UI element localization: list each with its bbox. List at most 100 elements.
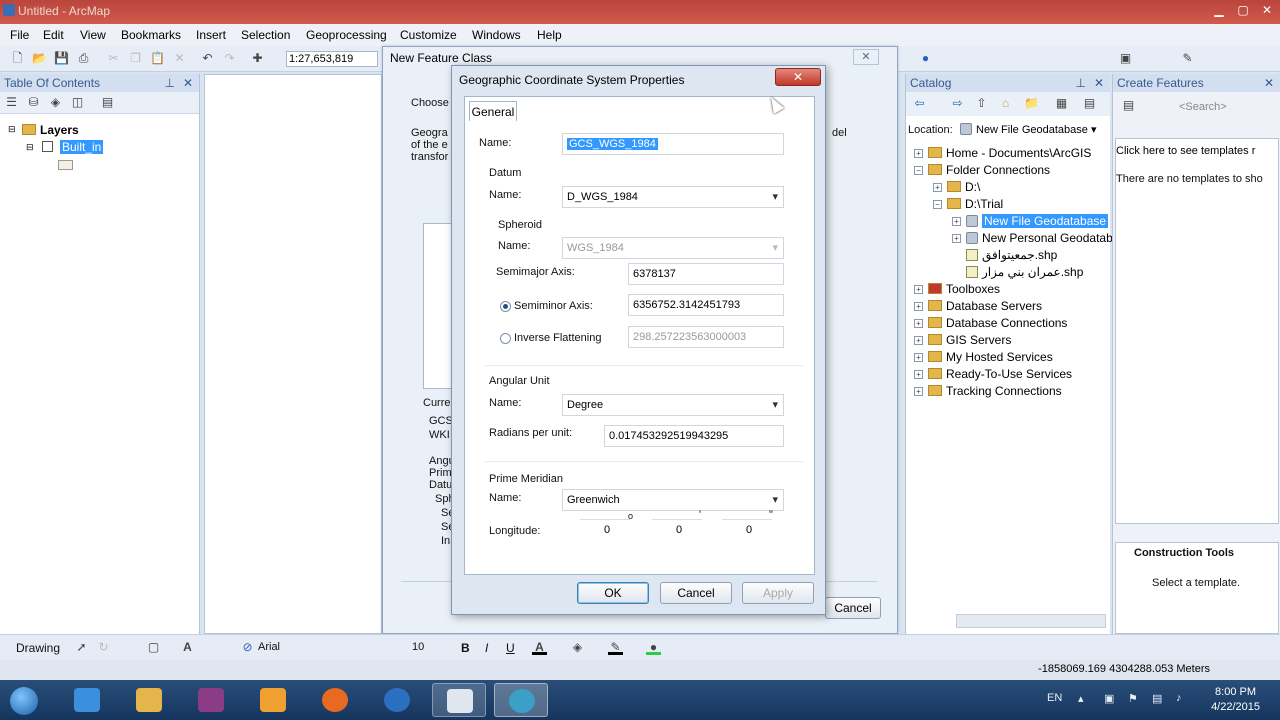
expand-icon[interactable]: + — [914, 336, 923, 345]
layers-group[interactable]: Layers — [22, 123, 79, 137]
collapse-icon[interactable]: − — [914, 166, 923, 175]
menu-customize[interactable]: Customize — [400, 28, 457, 42]
add-data-icon[interactable]: ✚ — [250, 51, 265, 66]
gcs-name-input[interactable]: GCS_WGS_1984 — [562, 133, 784, 155]
catalog-close-icon[interactable]: ✕ — [1094, 74, 1104, 92]
expand-icon[interactable]: + — [914, 370, 923, 379]
inverse-flattening-radio[interactable] — [500, 333, 511, 344]
network-icon[interactable]: ▤ — [1152, 692, 1162, 705]
menu-file[interactable]: File — [10, 28, 29, 42]
organize-templates-icon[interactable]: ▤ — [1121, 98, 1136, 113]
expand-icon[interactable]: + — [952, 217, 961, 226]
catalog-pin-icon[interactable]: ⊥ — [1076, 74, 1086, 92]
paste-icon[interactable]: 📋 — [150, 51, 165, 66]
new-document-icon[interactable]: 🗋 — [10, 51, 25, 66]
connect-folder-icon[interactable]: 📁 — [1024, 96, 1039, 111]
catalog-item-ready-to-use-services[interactable]: Ready-To-Use Services — [928, 367, 1072, 381]
save-icon[interactable]: 💾 — [54, 51, 69, 66]
expand-icon[interactable]: + — [914, 353, 923, 362]
expand-icon[interactable]: + — [933, 183, 942, 192]
taskbar-file-explorer[interactable] — [122, 683, 176, 717]
expand-icon[interactable]: + — [952, 234, 961, 243]
nfc-cancel-button[interactable]: Cancel — [825, 597, 881, 619]
nfc-close-icon[interactable]: ✕ — [853, 49, 879, 65]
ok-button[interactable]: OK — [577, 582, 649, 604]
list-by-selection-icon[interactable]: ◫ — [70, 95, 85, 110]
longitude-minutes-input[interactable]: 0 — [652, 519, 702, 541]
taskbar-winrar[interactable] — [184, 683, 238, 717]
catalog-item-folder-connections[interactable]: Folder Connections — [928, 163, 1050, 177]
menu-view[interactable]: View — [80, 28, 106, 42]
expand-icon[interactable]: + — [914, 387, 923, 396]
apply-button[interactable]: Apply — [742, 582, 814, 604]
angular-unit-select[interactable]: Degree — [562, 394, 784, 416]
list-by-source-icon[interactable]: ⛁ — [26, 95, 41, 110]
close-icon[interactable]: ✕ — [1256, 2, 1278, 18]
redo-icon[interactable]: ↷ — [222, 51, 237, 66]
volume-icon[interactable]: ♪ — [1176, 692, 1182, 704]
spheroid-select[interactable]: WGS_1984 — [562, 237, 784, 259]
catalog-item-d-trial[interactable]: D:\Trial — [947, 197, 1003, 211]
toc-close-icon[interactable]: ✕ — [183, 74, 193, 92]
catalog-item-toolboxes[interactable]: Toolboxes — [928, 282, 1000, 296]
layer-visibility-checkbox[interactable] — [42, 141, 53, 152]
sketch-icon[interactable]: ✎ — [1180, 51, 1195, 66]
catalog-item-my-hosted-services[interactable]: My Hosted Services — [928, 350, 1053, 364]
identify-icon[interactable]: ● — [918, 51, 933, 66]
views-icon[interactable]: ▦ — [1054, 96, 1069, 111]
taskbar-media-player[interactable] — [246, 683, 300, 717]
map-scale-input[interactable]: 1:27,653,819 — [286, 51, 378, 67]
select-elements-icon[interactable]: ➚ — [74, 640, 89, 655]
semimajor-input[interactable]: 6378137 — [628, 263, 784, 285]
forward-icon[interactable]: ⇨ — [950, 96, 965, 111]
delete-icon[interactable]: ✕ — [172, 51, 187, 66]
start-button[interactable] — [0, 683, 50, 717]
home-icon[interactable]: ⌂ — [998, 96, 1013, 111]
catalog-item-new-personal-gdb[interactable]: New Personal Geodatab — [966, 231, 1113, 245]
minimize-icon[interactable]: ▁ — [1208, 2, 1230, 18]
layers-collapse-icon[interactable]: ⊟ — [8, 124, 16, 135]
copy-icon[interactable]: ❐ — [128, 51, 143, 66]
tray-app-icon[interactable]: ▣ — [1104, 692, 1114, 705]
cancel-button[interactable]: Cancel — [660, 582, 732, 604]
rectangle-icon[interactable]: ▢ — [146, 640, 161, 655]
marker-color-icon[interactable]: ● — [646, 640, 661, 655]
inverse-flattening-input[interactable]: 298.257223563000003 — [628, 326, 784, 348]
catalog-item-d-drive[interactable]: D:\ — [947, 180, 980, 194]
menu-selection[interactable]: Selection — [241, 28, 290, 42]
datum-select[interactable]: D_WGS_1984 — [562, 186, 784, 208]
drawing-menu[interactable]: Drawing — [16, 641, 60, 655]
italic-button[interactable]: I — [485, 641, 488, 655]
editor-icon[interactable]: ▣ — [1118, 51, 1133, 66]
layer-collapse-icon[interactable]: ⊟ — [26, 142, 34, 153]
bold-button[interactable]: B — [461, 641, 470, 655]
menu-help[interactable]: Help — [537, 28, 562, 42]
up-folder-icon[interactable]: ⇧ — [974, 96, 989, 111]
rotate-icon[interactable]: ↻ — [96, 640, 111, 655]
font-size-select[interactable]: 10 — [412, 641, 424, 653]
gcs-close-button[interactable]: ✕ — [775, 68, 821, 86]
catalog-scrollbar[interactable] — [956, 614, 1106, 628]
longitude-degrees-input[interactable]: 0 — [580, 519, 630, 541]
expand-icon[interactable]: + — [914, 149, 923, 158]
options-icon[interactable]: ▤ — [100, 95, 115, 110]
catalog-item-home[interactable]: Home - Documents\ArcGIS — [928, 146, 1091, 160]
font-name-select[interactable]: Arial — [258, 641, 404, 653]
language-indicator[interactable]: EN — [1047, 692, 1062, 704]
list-by-visibility-icon[interactable]: ◈ — [48, 95, 63, 110]
layer-built-in[interactable]: Built_in — [60, 140, 104, 154]
location-select[interactable]: New File Geodatabase ▾ — [960, 121, 1106, 139]
catalog-options-icon[interactable]: ▤ — [1082, 96, 1097, 111]
cut-icon[interactable]: ✂ — [106, 51, 121, 66]
font-color-icon[interactable]: A — [532, 640, 547, 655]
map-view[interactable] — [204, 74, 382, 634]
create-features-close-icon[interactable]: ✕ — [1264, 74, 1274, 92]
catalog-item-new-file-gdb[interactable]: New File Geodatabase — [966, 214, 1109, 228]
prime-meridian-select[interactable]: Greenwich — [562, 489, 784, 511]
list-by-drawing-order-icon[interactable]: ☰ — [4, 95, 19, 110]
taskbar-arccatalog[interactable] — [494, 683, 548, 717]
open-folder-icon[interactable]: 📂 — [32, 51, 47, 66]
menu-edit[interactable]: Edit — [43, 28, 64, 42]
menu-bookmarks[interactable]: Bookmarks — [121, 28, 181, 42]
taskbar-google-earth[interactable] — [370, 683, 424, 717]
